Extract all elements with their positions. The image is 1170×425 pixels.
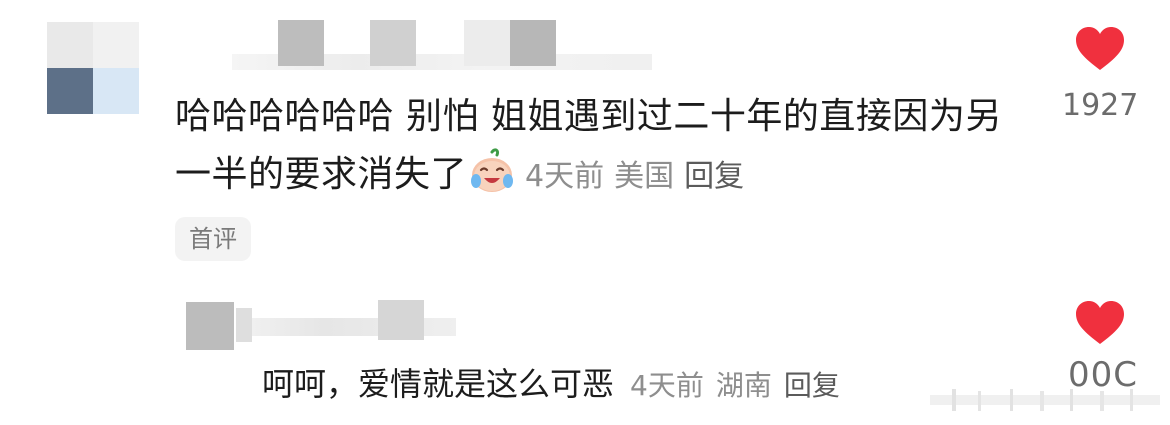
like-button[interactable] <box>1074 26 1126 72</box>
avatar-pixel <box>93 68 139 114</box>
username-pixel <box>236 308 252 342</box>
username-pixel <box>510 20 556 66</box>
avatar[interactable] <box>47 22 139 114</box>
reply-location: 湖南 <box>715 369 772 402</box>
reply-text: 呵呵，爱情就是这么可恶 <box>262 365 615 403</box>
avatar-pixel <box>47 22 93 68</box>
comment-body[interactable]: 哈哈哈哈哈哈 别怕 姐姐遇到过二十年的直接因为另一半的要求消失了 4天前 美国 回复 <box>175 88 1035 206</box>
comment-location: 美国 <box>614 159 675 194</box>
first-comment-badge: 首评 <box>175 217 251 261</box>
reply-button[interactable]: 回复 <box>784 369 840 402</box>
reply-username[interactable] <box>236 300 456 344</box>
avatar-pixel <box>47 68 93 114</box>
reply-avatar[interactable] <box>186 302 234 350</box>
username-pixel <box>370 20 416 66</box>
reply-body[interactable]: 呵呵，爱情就是这么可恶 4天前 湖南 回复 <box>262 358 840 412</box>
username-pixel <box>378 300 424 340</box>
heart-icon <box>1076 27 1124 70</box>
avatar-pixel <box>93 22 139 68</box>
reply-button[interactable]: 回复 <box>684 159 744 194</box>
username[interactable] <box>232 20 652 72</box>
username-pixel <box>464 20 510 66</box>
like-count: 1927 <box>1062 88 1139 123</box>
crying-laughing-emoji-icon <box>469 148 515 194</box>
username-pixel <box>278 20 324 66</box>
reply-like-count: 00C <box>1068 355 1139 388</box>
heart-icon <box>1076 301 1124 344</box>
avatar-pixel <box>186 302 234 350</box>
reply-like-button[interactable] <box>1074 300 1126 346</box>
watermark <box>930 385 1160 415</box>
reply-time: 4天前 <box>630 369 704 402</box>
comment-time: 4天前 <box>525 159 605 194</box>
